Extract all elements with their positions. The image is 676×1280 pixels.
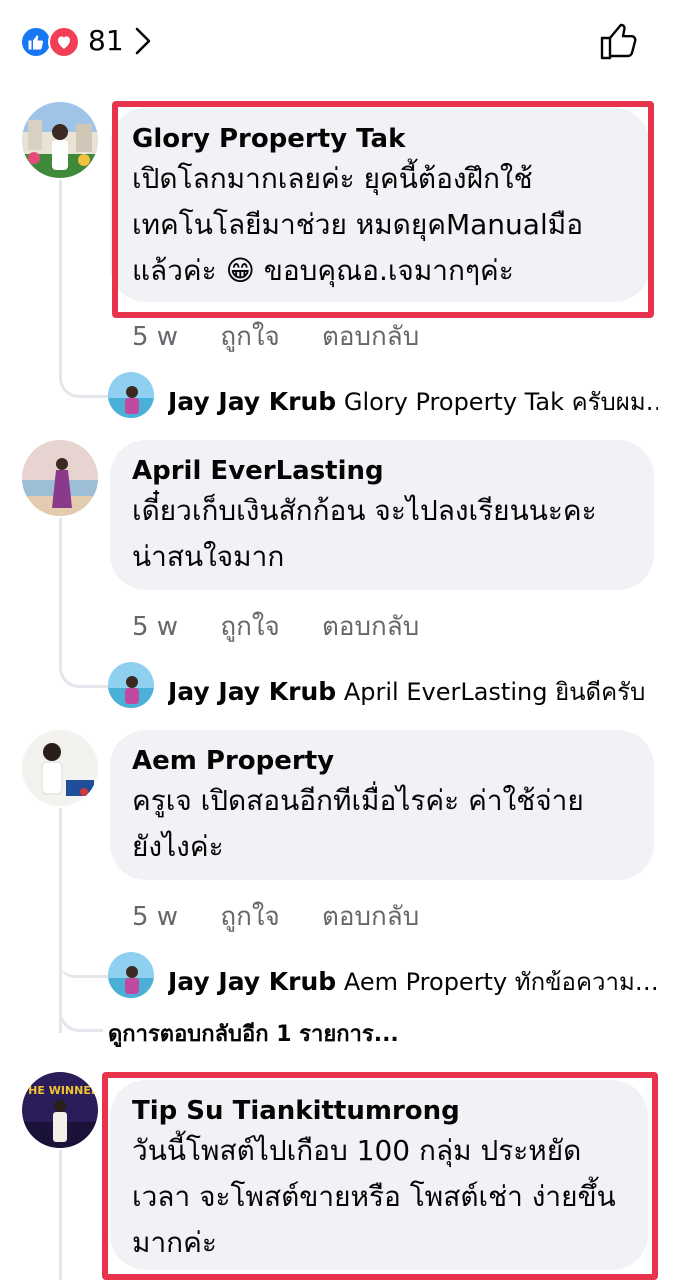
avatar[interactable] — [22, 730, 98, 806]
reply-avatar[interactable] — [108, 372, 154, 418]
reply-avatar[interactable] — [108, 952, 154, 998]
comment-time: 5 w — [132, 902, 179, 932]
highlight-box — [112, 101, 654, 318]
reply-author[interactable]: Jay Jay Krub — [168, 677, 336, 706]
thread-connector — [59, 962, 109, 978]
comment-author[interactable]: April EverLasting — [132, 454, 632, 488]
reply-comment-button[interactable]: ตอบกลับ — [322, 612, 419, 642]
highlight-box — [102, 1072, 658, 1280]
comment-text-line: เดี๋ยวเก็บเงินสักก้อน จะไปลงเรียนนะคะ — [132, 494, 597, 527]
reply-avatar[interactable] — [108, 662, 154, 708]
like-comment-button[interactable]: ถูกใจ — [220, 322, 279, 352]
thread-connector — [59, 1150, 62, 1280]
love-icon — [48, 26, 80, 58]
comment-bubble[interactable]: Aem Property ครูเจ เปิดสอนอีกทีเมื่อไรค่… — [110, 730, 654, 880]
thread-connector — [59, 518, 109, 688]
reply-text: Glory Property Tak ครับผม… — [343, 388, 658, 416]
like-comment-button[interactable]: ถูกใจ — [220, 612, 279, 642]
reaction-icons — [20, 26, 84, 58]
like-comment-button[interactable]: ถูกใจ — [220, 902, 279, 932]
reactions-bar[interactable]: 81 — [0, 0, 676, 86]
like-button-icon[interactable] — [598, 20, 640, 66]
avatar[interactable]: THE WINNER — [22, 1072, 98, 1148]
reply-comment-button[interactable]: ตอบกลับ — [322, 902, 419, 932]
comment-actions: 5 w ถูกใจ ตอบกลับ — [132, 316, 453, 357]
reply-preview[interactable]: Jay Jay Krub Aem Property ทักข้อความ… — [168, 962, 658, 1001]
comment-text-line: น่าสนใจมาก — [132, 540, 285, 573]
comment-time: 5 w — [132, 322, 179, 352]
reply-preview[interactable]: Jay Jay Krub Glory Property Tak ครับผม… — [168, 382, 658, 421]
reply-text: Aem Property ทักข้อความ… — [343, 968, 658, 996]
reply-preview[interactable]: Jay Jay Krub April EverLasting ยินดีครับ — [168, 672, 658, 711]
reply-author[interactable]: Jay Jay Krub — [168, 387, 336, 416]
reply-text: April EverLasting ยินดีครับ — [343, 678, 646, 706]
avatar-banner-text: THE WINNER — [22, 1084, 98, 1097]
comment-bubble[interactable]: April EverLasting เดี๋ยวเก็บเงินสักก้อน … — [110, 440, 654, 590]
comment-author[interactable]: Aem Property — [132, 744, 632, 778]
comment-actions: 5 w ถูกใจ ตอบกลับ — [132, 606, 453, 647]
comment-text-line: ยังไงค่ะ — [132, 830, 224, 863]
reaction-count: 81 — [88, 24, 124, 57]
comment-text-line: ครูเจ เปิดสอนอีกทีเมื่อไรค่ะ ค่าใช้จ่าย — [132, 784, 584, 817]
thread-connector — [59, 1000, 103, 1032]
chevron-right-icon[interactable] — [134, 26, 152, 60]
view-more-replies-link[interactable]: ดูการตอบกลับอีก 1 รายการ... — [108, 1016, 399, 1051]
reply-comment-button[interactable]: ตอบกลับ — [322, 322, 419, 352]
avatar[interactable] — [22, 102, 98, 178]
comment-time: 5 w — [132, 612, 179, 642]
thread-connector — [59, 180, 109, 398]
reply-author[interactable]: Jay Jay Krub — [168, 967, 336, 996]
avatar[interactable] — [22, 440, 98, 516]
comment-actions: 5 w ถูกใจ ตอบกลับ — [132, 896, 453, 937]
